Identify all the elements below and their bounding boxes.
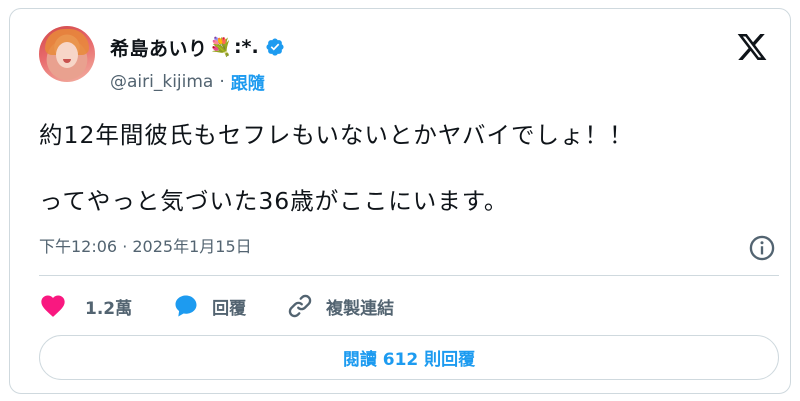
separator-dot: ·	[219, 71, 225, 92]
tweet-text: 約12年間彼氏もセフレもいないとかヤバイでしょ！！ ってやっと気づいた36歳がこ…	[39, 120, 759, 216]
verified-badge-icon	[266, 38, 284, 56]
like-count: 1.2萬	[85, 298, 133, 319]
tweet-timestamp[interactable]: 下午12:06 · 2025年1月15日	[39, 233, 252, 257]
copy-link-button[interactable]: 複製連結	[286, 292, 394, 320]
flower-emoji: 💐	[209, 36, 232, 58]
info-icon[interactable]	[748, 234, 776, 262]
link-icon	[288, 294, 312, 318]
author-handle[interactable]: @airi_kijima	[110, 72, 213, 92]
tweet-actions: 1.2萬 回覆 複製連結	[39, 291, 434, 321]
avatar[interactable]	[39, 26, 95, 82]
author-display-name[interactable]: 希島あいり	[110, 34, 208, 61]
divider	[39, 275, 779, 276]
tweet-card: 希島あいり 💐 :*. @airi_kijima · 跟隨 約12年間彼氏もセフ…	[9, 8, 791, 394]
reply-label: 回覆	[212, 298, 247, 319]
tweet-paragraph-gap	[39, 150, 759, 186]
author-name-decoration: :*.	[233, 36, 259, 58]
follow-button[interactable]: 跟隨	[231, 69, 265, 94]
author-handle-row: @airi_kijima · 跟隨	[110, 69, 265, 95]
tweet-text-line-1: 約12年間彼氏もセフレもいないとかヤバイでしょ！！	[39, 121, 634, 149]
read-replies-button[interactable]: 閱讀 612 則回覆	[39, 335, 779, 380]
avatar-face	[56, 42, 78, 68]
author-name-row: 希島あいり 💐 :*.	[110, 34, 285, 60]
tweet-text-line-2: ってやっと気づいた36歳がここにいます。	[39, 187, 509, 215]
copy-link-label: 複製連結	[326, 298, 395, 319]
reply-button[interactable]: 回覆	[172, 292, 246, 320]
heart-icon	[41, 295, 65, 317]
x-logo-icon[interactable]	[736, 31, 768, 63]
reply-bubble-icon	[175, 295, 197, 317]
like-button[interactable]: 1.2萬	[39, 292, 132, 320]
